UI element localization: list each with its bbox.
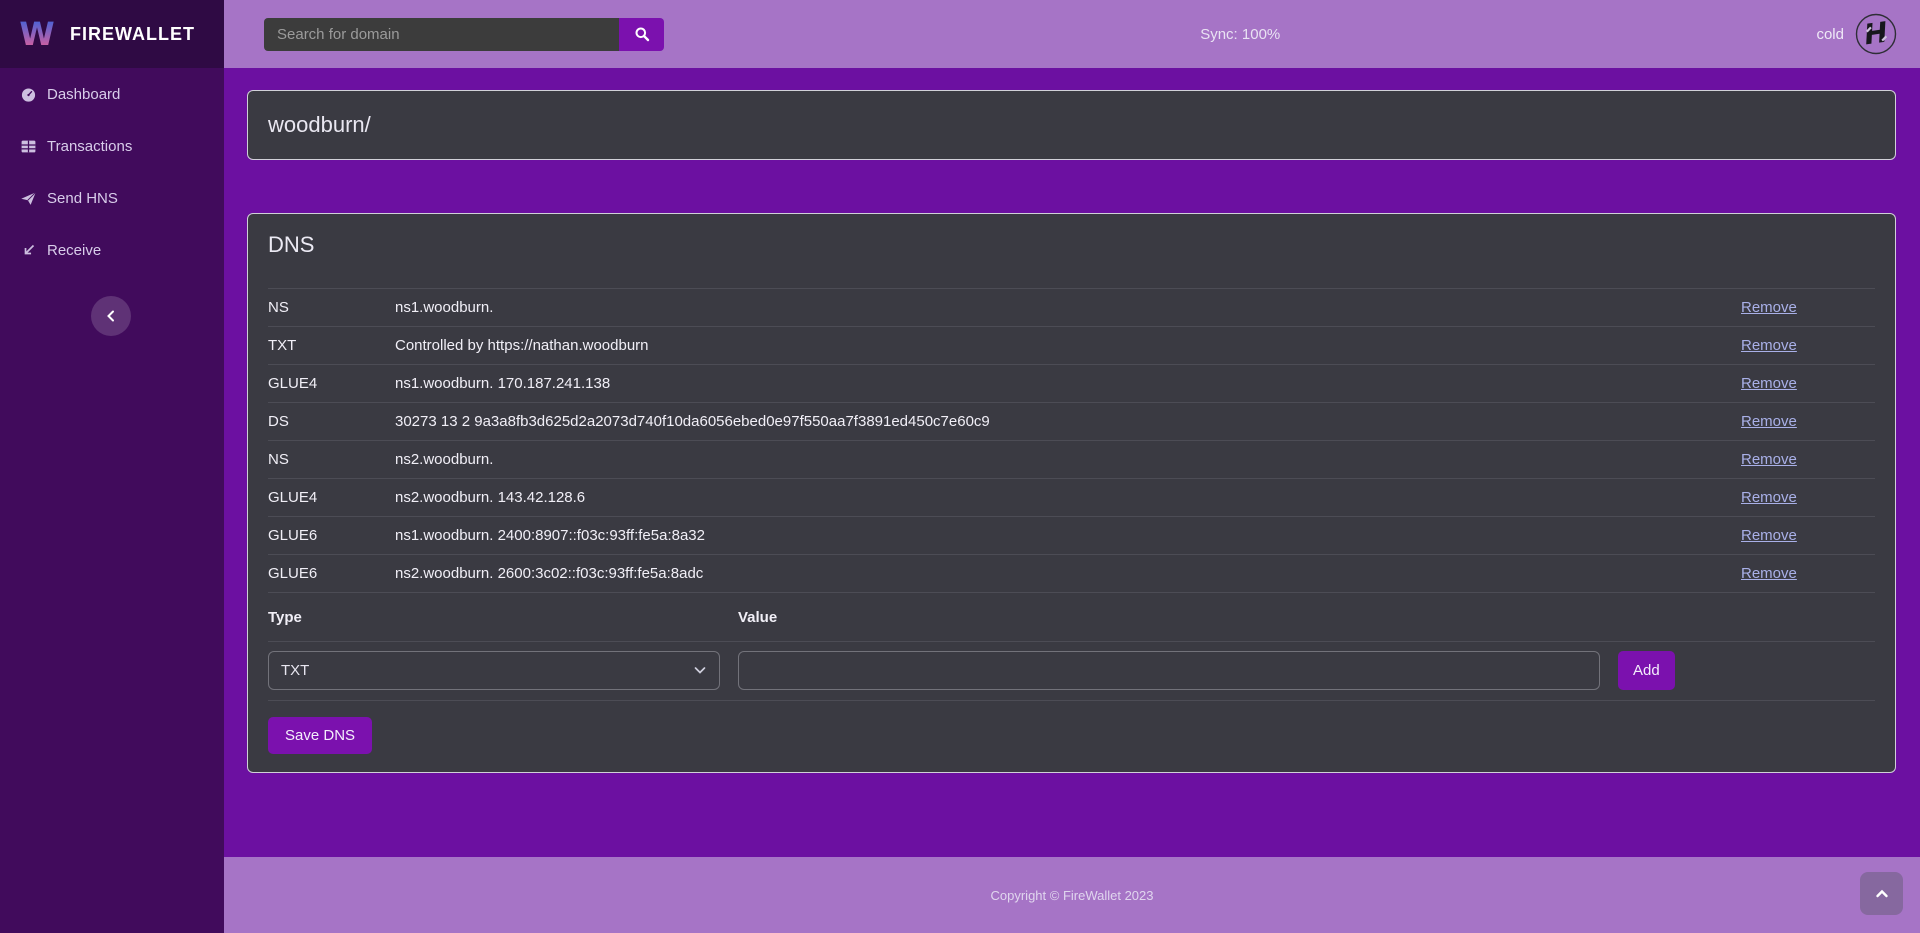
remove-record-link[interactable]: Remove <box>1741 337 1797 354</box>
record-action-cell: Remove <box>1741 441 1875 479</box>
remove-record-link[interactable]: Remove <box>1741 565 1797 582</box>
record-action-cell: Remove <box>1741 517 1875 555</box>
top-bar: Sync: 100% cold H <box>224 0 1920 68</box>
send-paper-plane-icon <box>20 190 37 207</box>
dns-record-row: GLUE6 ns2.woodburn. 2600:3c02::f03c:93ff… <box>268 555 1875 593</box>
record-value: Controlled by https://nathan.woodburn <box>395 327 1741 365</box>
main-area: woodburn/ DNS NS ns1.woodburn. Remove <box>224 68 1920 857</box>
wallet-selector[interactable]: cold H <box>1816 12 1898 56</box>
remove-record-link[interactable]: Remove <box>1741 451 1797 468</box>
sync-status: Sync: 100% <box>664 26 1816 43</box>
dns-records-body: NS ns1.woodburn. Remove TXT Controlled b… <box>268 289 1875 593</box>
dns-records-table: NS ns1.woodburn. Remove TXT Controlled b… <box>268 288 1875 592</box>
record-type: TXT <box>268 327 395 365</box>
sidebar-collapse-button[interactable] <box>91 296 131 336</box>
sidebar-item-label: Receive <box>47 242 101 259</box>
search-button[interactable] <box>619 18 664 51</box>
sidebar-item-label: Transactions <box>47 138 132 155</box>
record-type: NS <box>268 289 395 327</box>
sidebar-item-label: Dashboard <box>47 86 120 103</box>
record-action-cell: Remove <box>1741 555 1875 593</box>
sidebar: W FIREWALLET Dashboard <box>0 0 224 933</box>
svg-text:H: H <box>1862 16 1890 52</box>
record-value: 30273 13 2 9a3a8fb3d625d2a2073d740f10da6… <box>395 403 1741 441</box>
sidebar-nav: Dashboard Transactions Send HNS <box>0 68 224 276</box>
record-action-cell: Remove <box>1741 289 1875 327</box>
dns-record-row: GLUE4 ns1.woodburn. 170.187.241.138 Remo… <box>268 365 1875 403</box>
dns-record-row: GLUE4 ns2.woodburn. 143.42.128.6 Remove <box>268 479 1875 517</box>
dns-record-row: TXT Controlled by https://nathan.woodbur… <box>268 327 1875 365</box>
brand-name: FIREWALLET <box>70 24 195 45</box>
value-column-label: Value <box>738 609 777 626</box>
record-type: GLUE4 <box>268 479 395 517</box>
record-type: GLUE6 <box>268 517 395 555</box>
dns-record-row: DS 30273 13 2 9a3a8fb3d625d2a2073d740f10… <box>268 403 1875 441</box>
search-input[interactable] <box>264 18 619 51</box>
dns-record-row: NS ns1.woodburn. Remove <box>268 289 1875 327</box>
record-value: ns2.woodburn. 2600:3c02::f03c:93ff:fe5a:… <box>395 555 1741 593</box>
record-value: ns1.woodburn. <box>395 289 1741 327</box>
search-icon <box>634 26 650 42</box>
record-value: ns1.woodburn. 2400:8907::f03c:93ff:fe5a:… <box>395 517 1741 555</box>
sidebar-item-dashboard[interactable]: Dashboard <box>0 68 224 120</box>
add-record-header: Type Value <box>268 592 1875 642</box>
domain-search <box>264 18 664 51</box>
firewallet-w-logo-icon: W <box>16 14 58 54</box>
record-value: ns2.woodburn. <box>395 441 1741 479</box>
record-type-select[interactable]: TXT <box>268 651 720 690</box>
remove-record-link[interactable]: Remove <box>1741 413 1797 430</box>
wallet-name: cold <box>1816 26 1844 43</box>
record-action-cell: Remove <box>1741 479 1875 517</box>
dns-card: DNS NS ns1.woodburn. Remove TXT Co <box>247 213 1896 773</box>
add-record-row: TXT Add <box>268 642 1875 701</box>
record-type: GLUE4 <box>268 365 395 403</box>
record-action-cell: Remove <box>1741 403 1875 441</box>
add-record-button[interactable]: Add <box>1618 651 1675 690</box>
chevron-left-icon <box>105 310 117 322</box>
record-action-cell: Remove <box>1741 327 1875 365</box>
handshake-logo-icon: H <box>1854 12 1898 56</box>
record-action-cell: Remove <box>1741 365 1875 403</box>
domain-title-card: woodburn/ <box>247 90 1896 160</box>
dashboard-gauge-icon <box>20 86 37 103</box>
sidebar-item-receive[interactable]: Receive <box>0 224 224 276</box>
sidebar-item-transactions[interactable]: Transactions <box>0 120 224 172</box>
content-column: Sync: 100% cold H woodburn/ DNS <box>224 0 1920 933</box>
remove-record-link[interactable]: Remove <box>1741 375 1797 392</box>
record-type: GLUE6 <box>268 555 395 593</box>
dns-section-title: DNS <box>268 232 1875 258</box>
remove-record-link[interactable]: Remove <box>1741 489 1797 506</box>
record-value-input[interactable] <box>738 651 1600 690</box>
record-value: ns1.woodburn. 170.187.241.138 <box>395 365 1741 403</box>
scroll-to-top-button[interactable] <box>1860 872 1903 915</box>
remove-record-link[interactable]: Remove <box>1741 299 1797 316</box>
footer: Copyright © FireWallet 2023 <box>224 857 1920 933</box>
brand: W FIREWALLET <box>0 0 224 68</box>
dns-record-row: GLUE6 ns1.woodburn. 2400:8907::f03c:93ff… <box>268 517 1875 555</box>
transactions-table-icon <box>20 138 37 155</box>
record-type: NS <box>268 441 395 479</box>
page-title: woodburn/ <box>268 112 371 138</box>
save-dns-button[interactable]: Save DNS <box>268 717 372 754</box>
copyright-text: Copyright © FireWallet 2023 <box>991 888 1154 903</box>
chevron-up-icon <box>1875 887 1889 901</box>
record-type: DS <box>268 403 395 441</box>
sidebar-item-label: Send HNS <box>47 190 118 207</box>
sidebar-item-send-hns[interactable]: Send HNS <box>0 172 224 224</box>
dns-record-row: NS ns2.woodburn. Remove <box>268 441 1875 479</box>
receive-arrow-icon <box>20 242 37 259</box>
record-type-select-wrap: TXT <box>268 651 720 690</box>
svg-text:W: W <box>19 15 54 53</box>
record-value: ns2.woodburn. 143.42.128.6 <box>395 479 1741 517</box>
remove-record-link[interactable]: Remove <box>1741 527 1797 544</box>
type-column-label: Type <box>268 609 738 626</box>
